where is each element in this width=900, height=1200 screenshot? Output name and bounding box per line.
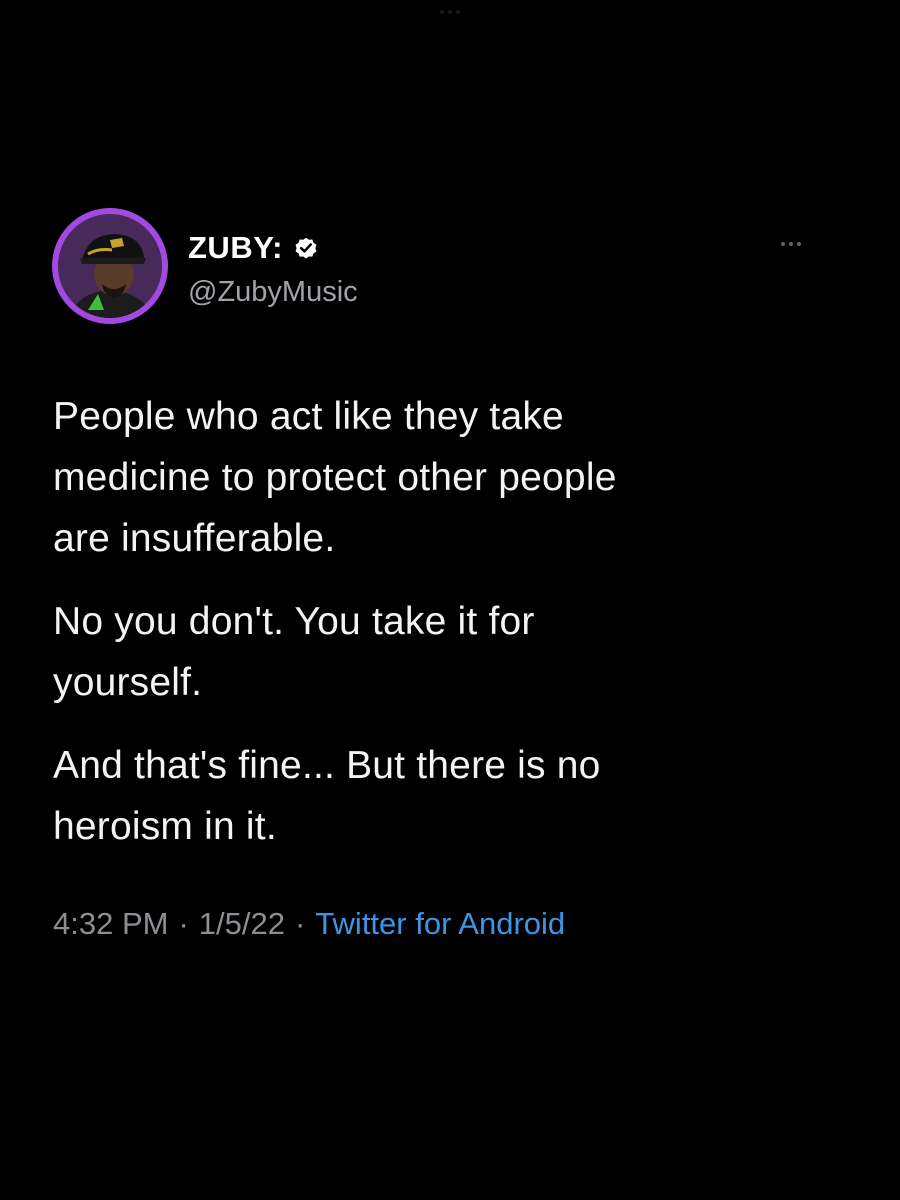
tweet-metadata: 4:32 PM · 1/5/22 · Twitter for Android bbox=[53, 906, 565, 942]
avatar-photo bbox=[58, 214, 162, 318]
verified-badge-icon bbox=[295, 237, 317, 259]
tweet-paragraph: People who act like they take medicine t… bbox=[53, 395, 617, 560]
tweet-text: People who act like they take medicine t… bbox=[53, 386, 853, 879]
tweet-date[interactable]: 1/5/22 bbox=[199, 906, 285, 942]
tweet-paragraph: And that's fine... But there is no heroi… bbox=[53, 744, 601, 848]
avatar[interactable] bbox=[52, 208, 168, 324]
meta-separator: · bbox=[294, 906, 306, 941]
tweet-card: ZUBY: @ZubyMusic People who act like the… bbox=[0, 0, 900, 1200]
tweet-time[interactable]: 4:32 PM bbox=[53, 906, 168, 942]
tweet-source-link[interactable]: Twitter for Android bbox=[315, 906, 565, 942]
author-display-name[interactable]: ZUBY: bbox=[188, 230, 283, 266]
meta-separator: · bbox=[178, 906, 189, 941]
tweet-paragraph: No you don't. You take it for yourself. bbox=[53, 600, 535, 704]
author-handle[interactable]: @ZubyMusic bbox=[188, 276, 358, 309]
more-options-icon[interactable] bbox=[781, 238, 811, 250]
author-name-row[interactable]: ZUBY: bbox=[188, 226, 319, 270]
